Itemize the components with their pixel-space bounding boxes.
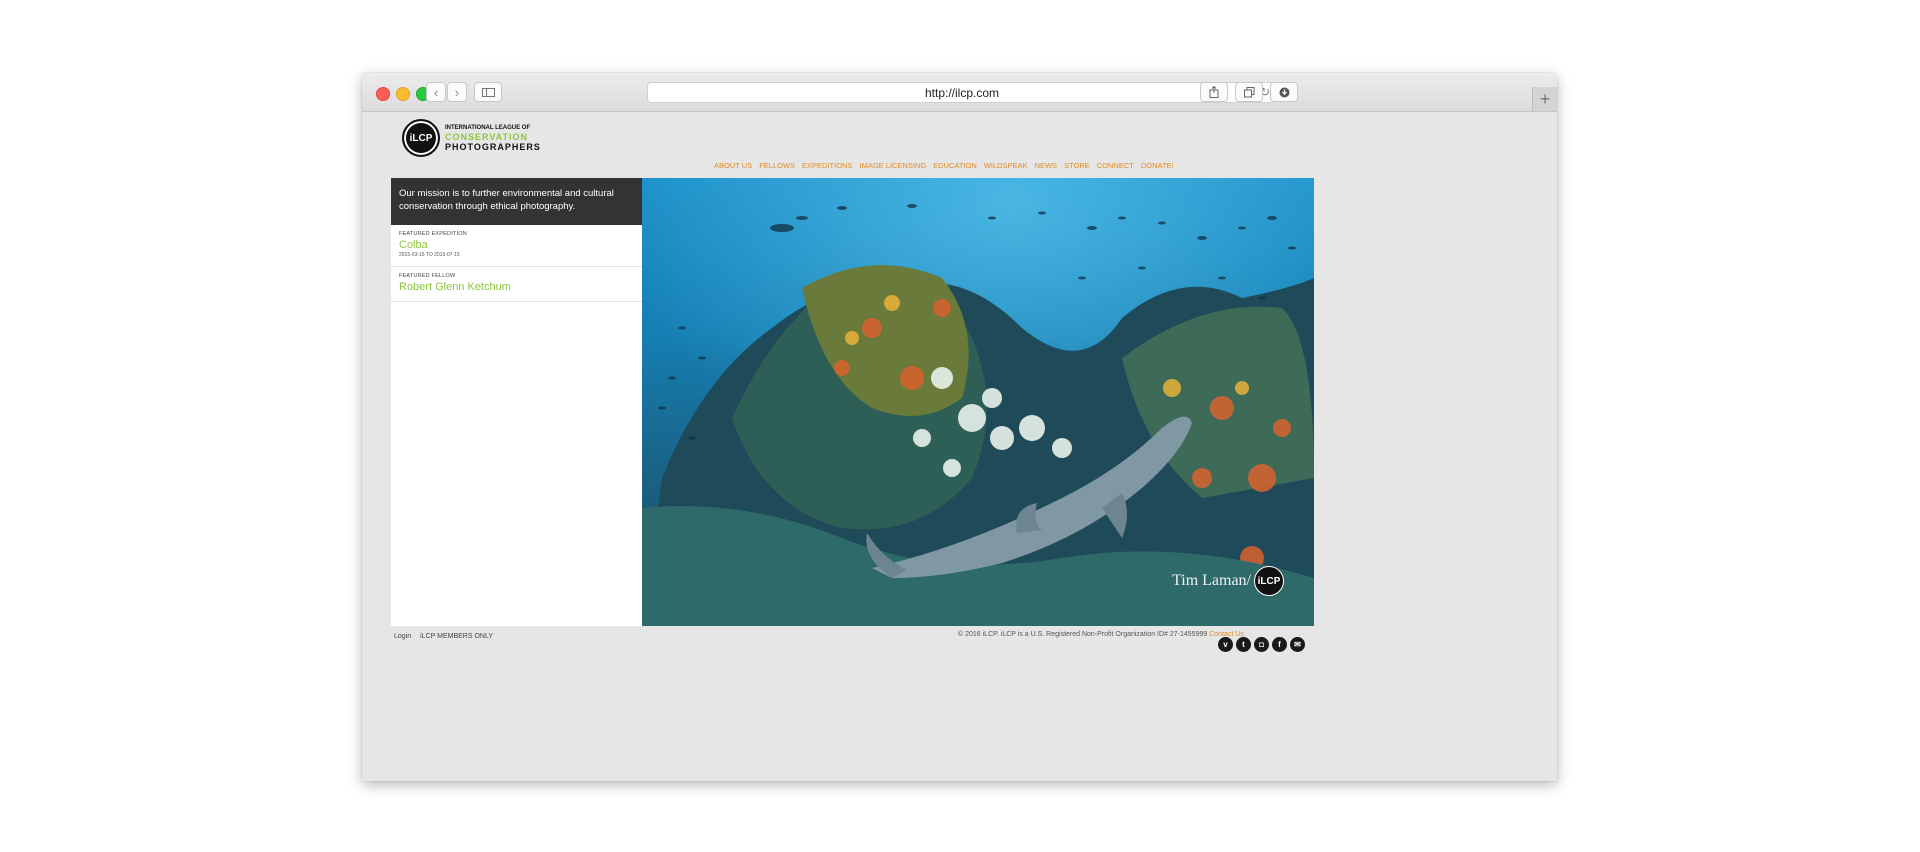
tabs-overview-button[interactable]: [1235, 82, 1263, 102]
nav-fellows[interactable]: FELLOWS: [759, 161, 795, 170]
nav-about-us[interactable]: ABOUT US: [714, 161, 752, 170]
login-link[interactable]: Login: [394, 633, 411, 640]
featured-fellow[interactable]: FEATURED FELLOW Robert Glenn Ketchum: [391, 267, 642, 302]
share-button[interactable]: [1200, 82, 1228, 102]
photo-credit-text: Tim Laman/: [1172, 572, 1251, 589]
minimize-window-button[interactable]: [396, 87, 410, 101]
featured-fellow-label: FEATURED FELLOW: [399, 273, 456, 279]
browser-toolbar: ‹ › http://ilcp.com ↻ +: [362, 73, 1557, 112]
logo-line-2: CONSERVATION: [445, 132, 529, 142]
hero-underwater-photo: [642, 178, 1314, 626]
sidebar: Our mission is to further environmental …: [391, 178, 642, 626]
address-bar[interactable]: http://ilcp.com ↻: [647, 82, 1277, 103]
nav-expeditions[interactable]: EXPEDITIONS: [802, 161, 852, 170]
site-logo[interactable]: iLCP INTERNATIONAL LEAGUE OF CONSERVATIO…: [402, 119, 541, 157]
photo-credit: Tim Laman/ iLCP: [1172, 566, 1284, 596]
nav-image-licensing[interactable]: IMAGE LICENSING: [859, 161, 926, 170]
featured-expedition-dates: 2015-03-15 TO 2015-07-15: [399, 252, 460, 258]
nav-donate[interactable]: DONATE!: [1141, 161, 1174, 170]
forward-button[interactable]: ›: [447, 82, 467, 102]
main-nav: ABOUT US FELLOWS EXPEDITIONS IMAGE LICEN…: [714, 161, 1174, 170]
instagram-icon[interactable]: ◘: [1254, 637, 1269, 652]
photo-credit-badge: iLCP: [1254, 566, 1284, 596]
footer-left: Login iLCP MEMBERS ONLY: [394, 633, 493, 640]
nav-news[interactable]: NEWS: [1035, 161, 1058, 170]
copyright-text: © 2016 iLCP. iLCP is a U.S. Registered N…: [958, 631, 1208, 638]
nav-education[interactable]: EDUCATION: [933, 161, 977, 170]
url-text: http://ilcp.com: [924, 85, 1000, 100]
logo-line-1: INTERNATIONAL LEAGUE OF: [445, 125, 531, 131]
logo-badge: iLCP: [402, 119, 440, 157]
logo-wordmark: INTERNATIONAL LEAGUE OF CONSERVATION PHO…: [445, 124, 541, 152]
nav-wildspeak[interactable]: WILDSPEAK: [984, 161, 1028, 170]
chevron-left-icon: ‹: [433, 84, 439, 100]
share-icon: [1209, 86, 1219, 98]
back-button[interactable]: ‹: [426, 82, 446, 102]
featured-fellow-name[interactable]: Robert Glenn Ketchum: [399, 281, 634, 293]
social-links: v t ◘ f ✉: [1218, 637, 1305, 652]
browser-window: ‹ › http://ilcp.com ↻ + iLCP INTERNATION…: [362, 73, 1557, 781]
logo-line-3: PHOTOGRAPHERS: [445, 142, 541, 152]
featured-expedition-label: FEATURED EXPEDITION: [399, 231, 467, 237]
chevron-right-icon: ›: [454, 84, 460, 100]
nav-connect[interactable]: CONNECT: [1097, 161, 1134, 170]
twitter-icon[interactable]: t: [1236, 637, 1251, 652]
vimeo-icon[interactable]: v: [1218, 637, 1233, 652]
close-window-button[interactable]: [376, 87, 390, 101]
plus-icon: +: [1539, 88, 1551, 109]
footer-copyright: © 2016 iLCP. iLCP is a U.S. Registered N…: [958, 631, 1244, 638]
tabs-icon: [1243, 86, 1254, 97]
download-icon: [1279, 87, 1289, 97]
new-tab-button[interactable]: +: [1532, 87, 1557, 111]
featured-expedition-name[interactable]: Colba: [399, 239, 634, 251]
featured-expedition[interactable]: FEATURED EXPEDITION Colba 2015-03-15 TO …: [391, 225, 642, 267]
facebook-icon[interactable]: f: [1272, 637, 1287, 652]
hero-image: Tim Laman/ iLCP: [642, 178, 1314, 626]
sidebar-toggle-button[interactable]: [474, 82, 502, 102]
members-only-link[interactable]: iLCP MEMBERS ONLY: [420, 633, 493, 640]
sidebar-icon: [481, 87, 495, 97]
mail-icon[interactable]: ✉: [1290, 637, 1305, 652]
nav-store[interactable]: STORE: [1064, 161, 1090, 170]
mission-statement: Our mission is to further environmental …: [391, 178, 642, 225]
downloads-button[interactable]: [1270, 82, 1298, 102]
